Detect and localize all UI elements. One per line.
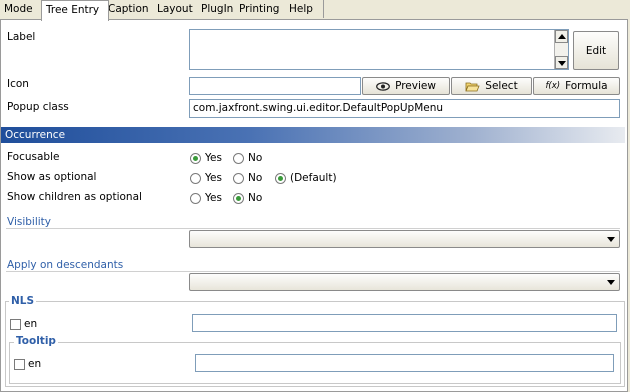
show-children-label: Show children as optional [7, 191, 142, 203]
tab-bar: Mode Tree Entry Caption Layout PlugIn Pr… [0, 0, 630, 21]
show-optional-no-label: No [248, 172, 263, 184]
tooltip-en-field[interactable] [195, 354, 614, 372]
dropdown-arrow-icon [607, 280, 615, 285]
formula-button-label: Formula [565, 80, 608, 92]
visibility-link[interactable]: Visibility [7, 216, 51, 228]
dropdown-arrow-icon [607, 237, 615, 242]
occurrence-title: Occurrence [5, 129, 66, 141]
focusable-yes-radio[interactable]: Yes [190, 151, 222, 165]
label-label: Label [7, 31, 36, 43]
icon-label: Icon [7, 78, 29, 90]
preview-button-label: Preview [395, 80, 436, 92]
show-optional-default-label: (Default) [290, 172, 337, 184]
preview-button[interactable]: Preview [362, 77, 450, 95]
popup-class-label: Popup class [7, 101, 69, 113]
focusable-label: Focusable [7, 151, 60, 163]
radio-selected-icon [233, 192, 244, 204]
nls-en-field[interactable] [192, 314, 617, 332]
visibility-combo[interactable] [189, 230, 620, 248]
tab-help[interactable]: Help [285, 0, 324, 18]
focusable-yes-label: Yes [205, 152, 222, 164]
show-optional-label: Show as optional [7, 171, 97, 183]
tab-help-label: Help [289, 3, 313, 15]
tooltip-en-label: en [28, 358, 42, 370]
tab-mode[interactable]: Mode [0, 0, 45, 18]
function-icon: f(x) [545, 81, 561, 91]
show-children-yes-radio[interactable]: Yes [190, 191, 222, 205]
checkbox-icon [10, 318, 21, 330]
visibility-divider [6, 228, 620, 229]
descendants-link[interactable]: Apply on descendants [7, 259, 123, 271]
tab-mode-label: Mode [4, 3, 33, 15]
tab-tree-entry-label: Tree Entry [46, 4, 100, 16]
show-children-no-radio[interactable]: No [233, 191, 262, 205]
scroll-up-button[interactable] [555, 30, 568, 43]
scroll-down-icon [557, 61, 566, 66]
radio-unselected-icon [233, 152, 244, 164]
tab-caption-label: Caption [108, 3, 149, 15]
radio-unselected-icon [190, 192, 201, 204]
radio-unselected-icon [190, 172, 201, 184]
formula-button[interactable]: f(x) Formula [533, 77, 620, 95]
label-textarea[interactable] [189, 29, 569, 70]
tab-layout[interactable]: Layout [153, 0, 202, 18]
select-button[interactable]: Select [451, 77, 532, 95]
tooltip-title: Tooltip [14, 335, 58, 347]
focusable-no-label: No [248, 152, 263, 164]
show-optional-default-radio[interactable]: (Default) [275, 171, 337, 185]
show-children-no-label: No [248, 192, 263, 204]
show-optional-no-radio[interactable]: No [233, 171, 262, 185]
focusable-no-radio[interactable]: No [233, 151, 262, 165]
eye-icon [376, 81, 390, 91]
tooltip-en-checkbox[interactable]: en [14, 358, 41, 370]
tab-layout-label: Layout [157, 3, 193, 15]
tab-tree-entry[interactable]: Tree Entry [41, 0, 109, 21]
descendants-divider [6, 271, 620, 272]
occurrence-header: Occurrence [1, 127, 625, 143]
scroll-down-button[interactable] [555, 56, 568, 69]
radio-selected-icon [190, 152, 201, 164]
scroll-up-icon [557, 34, 566, 39]
nls-en-label: en [24, 318, 38, 330]
nls-title: NLS [9, 295, 37, 307]
edit-button[interactable]: Edit [573, 31, 619, 70]
show-children-yes-label: Yes [205, 192, 222, 204]
show-optional-yes-radio[interactable]: Yes [190, 171, 222, 185]
show-optional-yes-label: Yes [205, 172, 222, 184]
select-button-label: Select [485, 80, 518, 92]
radio-selected-icon [275, 172, 286, 184]
tab-caption[interactable]: Caption [104, 0, 158, 18]
nls-en-checkbox[interactable]: en [10, 318, 37, 330]
tab-plugin[interactable]: PlugIn [197, 0, 240, 18]
icon-field[interactable] [189, 77, 361, 95]
radio-unselected-icon [233, 172, 244, 184]
tab-printing[interactable]: Printing [235, 0, 290, 18]
edit-button-label: Edit [585, 44, 607, 57]
tab-plugin-label: PlugIn [201, 3, 234, 15]
descendants-combo[interactable] [189, 273, 620, 291]
label-scrollbar[interactable] [554, 30, 568, 69]
checkbox-icon [14, 358, 25, 370]
folder-open-icon [465, 82, 480, 91]
tab-printing-label: Printing [239, 3, 280, 15]
popup-class-field[interactable]: com.jaxfront.swing.ui.editor.DefaultPopU… [189, 99, 620, 118]
